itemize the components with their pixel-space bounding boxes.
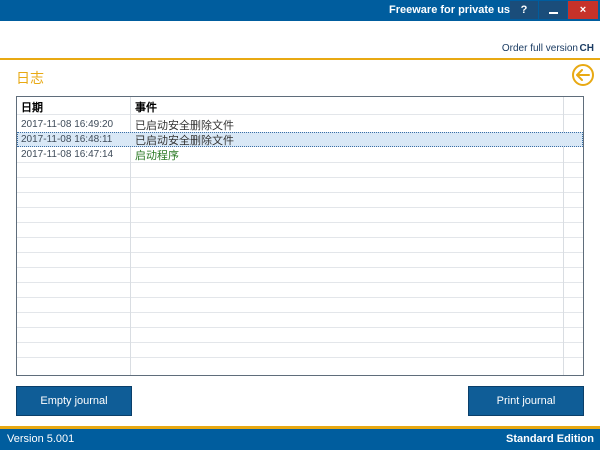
grid-line — [17, 297, 583, 298]
sub-header: Order full version CH — [0, 41, 600, 57]
row-event: 已启动安全删除文件 — [135, 119, 234, 132]
title-bar: Freeware for private use ? × — [0, 0, 600, 21]
grid-line — [17, 282, 583, 283]
minimize-button[interactable] — [539, 1, 567, 19]
grid-line — [17, 207, 583, 208]
grid-line — [17, 267, 583, 268]
row-date: 2017-11-08 16:47:14 — [21, 149, 114, 160]
grid-line — [17, 177, 583, 178]
grid-line — [17, 252, 583, 253]
edition-label: Standard Edition — [506, 433, 594, 445]
header-divider — [0, 58, 600, 60]
grid-line — [17, 327, 583, 328]
back-arrow-icon — [576, 69, 590, 81]
close-icon: × — [579, 4, 587, 16]
help-label: ? — [520, 4, 528, 16]
window-title: Freeware for private use — [389, 4, 517, 16]
table-header: 日期 事件 — [17, 97, 583, 114]
grid-line — [17, 357, 583, 358]
grid-line — [17, 312, 583, 313]
grid-line — [17, 192, 583, 193]
order-full-version-link[interactable]: Order full version — [502, 43, 578, 54]
grid-line — [17, 342, 583, 343]
help-button[interactable]: ? — [510, 1, 538, 19]
table-row-selected[interactable]: 2017-11-08 16:48:11 已启动安全删除文件 — [17, 132, 583, 147]
grid-line — [17, 237, 583, 238]
language-selector[interactable]: CH — [580, 43, 594, 54]
version-label: Version 5.001 — [7, 433, 75, 445]
table-row[interactable]: 2017-11-08 16:47:14 启动程序 — [17, 147, 583, 162]
row-date: 2017-11-08 16:48:11 — [21, 134, 113, 145]
empty-journal-button[interactable]: Empty journal — [16, 386, 132, 416]
grid-line — [17, 162, 583, 163]
row-date: 2017-11-08 16:49:20 — [21, 119, 114, 130]
grid-line — [17, 222, 583, 223]
close-button[interactable]: × — [568, 1, 598, 19]
row-event: 已启动安全删除文件 — [135, 134, 234, 147]
column-header-date[interactable]: 日期 — [21, 99, 43, 115]
journal-table[interactable]: 日期 事件 2017-11-08 16:49:20 已启动安全删除文件 2017… — [16, 96, 584, 376]
minimize-icon — [548, 12, 558, 14]
table-row[interactable]: 2017-11-08 16:49:20 已启动安全删除文件 — [17, 117, 583, 132]
column-header-event[interactable]: 事件 — [135, 99, 157, 115]
back-button[interactable] — [572, 64, 594, 86]
status-bar: Version 5.001 Standard Edition — [0, 429, 600, 450]
page-title: 日志 — [16, 71, 44, 87]
grid-line — [17, 114, 583, 115]
row-event: 启动程序 — [135, 149, 179, 162]
print-journal-button[interactable]: Print journal — [468, 386, 584, 416]
